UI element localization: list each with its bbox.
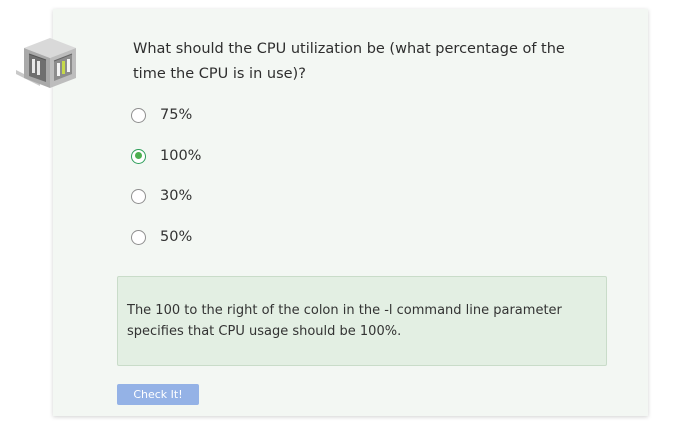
option-30[interactable]: 30%: [131, 185, 192, 207]
feedback-text: The 100 to the right of the colon in the…: [127, 303, 562, 339]
option-label: 75%: [160, 107, 193, 123]
option-50[interactable]: 50%: [131, 226, 192, 248]
option-label: 30%: [160, 188, 193, 204]
radio-button-checked[interactable]: [131, 148, 146, 164]
option-100[interactable]: 100%: [131, 145, 201, 167]
radio-button-unchecked[interactable]: [131, 107, 146, 123]
radio-button-unchecked[interactable]: [131, 188, 146, 204]
check-it-button[interactable]: Check It!: [117, 384, 199, 405]
option-label: 50%: [160, 229, 193, 245]
server-rack-logo-icon: [12, 30, 80, 92]
question-text: What should the CPU utilization be (what…: [133, 41, 565, 82]
radio-button-unchecked[interactable]: [131, 229, 146, 245]
option-75[interactable]: 75%: [131, 104, 192, 126]
feedback-box: The 100 to the right of the colon in the…: [117, 276, 607, 366]
option-label: 100%: [160, 148, 202, 164]
